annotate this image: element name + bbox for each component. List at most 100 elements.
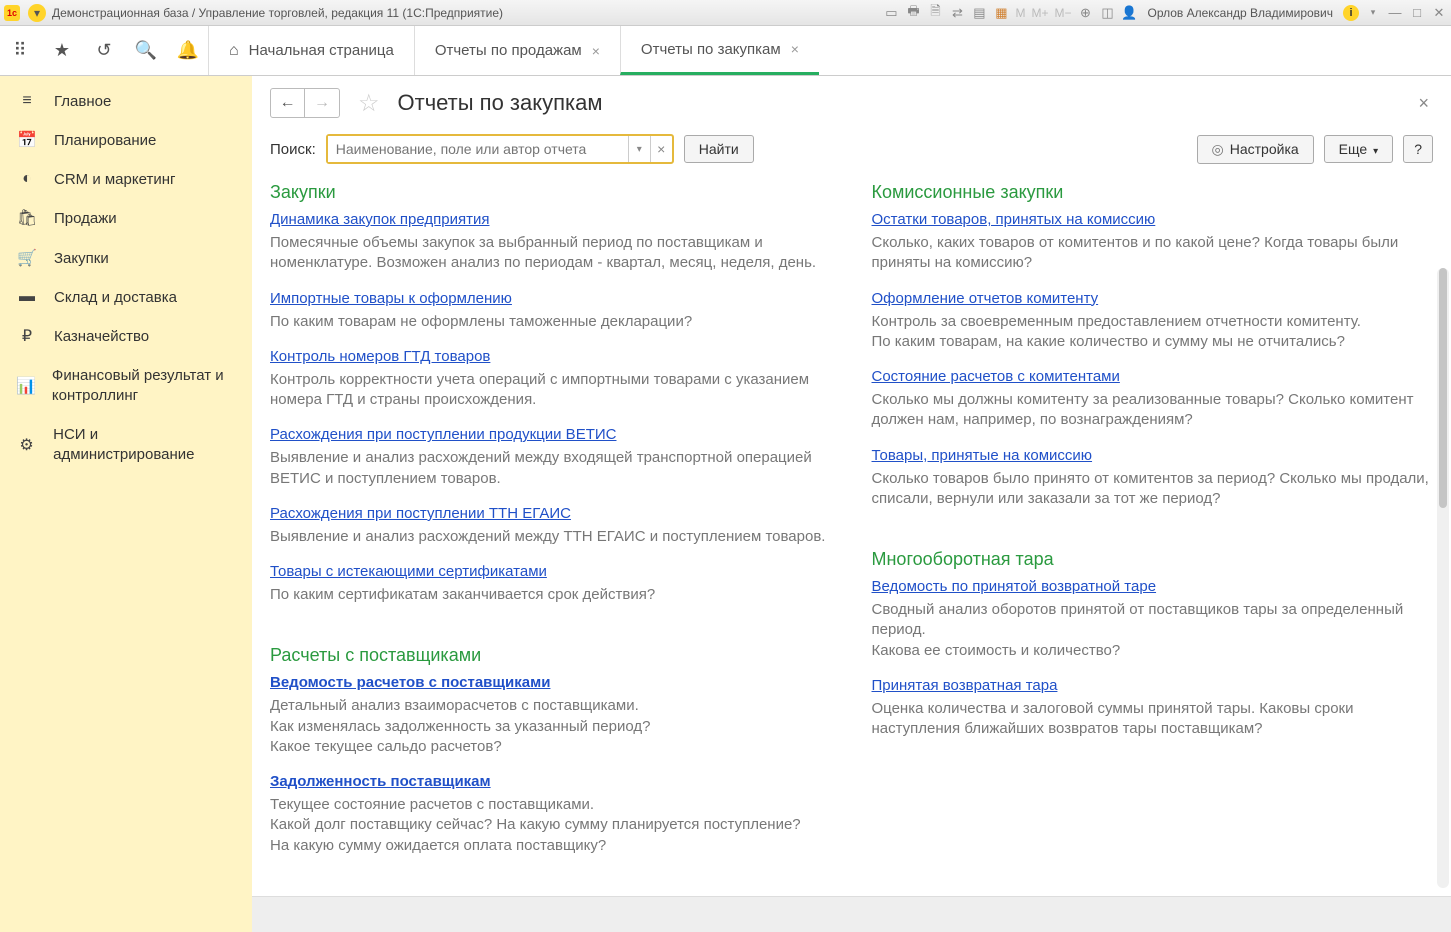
info-icon[interactable]: i (1343, 5, 1359, 21)
report-description: По каким товарам не оформлены таможенные… (270, 312, 832, 332)
sidebar-item-finresult[interactable]: 📊 Финансовый результат и контроллинг (0, 356, 252, 415)
sidebar-label: Казначейство (54, 328, 149, 345)
m-icon[interactable]: M (1015, 6, 1025, 20)
m-minus-icon[interactable]: M− (1054, 6, 1071, 20)
calc-icon[interactable]: ▤ (971, 5, 987, 21)
print-icon[interactable]: 🖶 (905, 5, 921, 21)
close-icon[interactable]: × (791, 41, 799, 57)
report-link[interactable]: Ведомость по принятой возвратной таре (872, 578, 1157, 595)
sidebar-item-nsi[interactable]: ⚙НСИ и администрирование (0, 415, 252, 474)
section-title: Закупки (270, 182, 832, 203)
favorite-star-icon[interactable]: ☆ (358, 89, 380, 118)
search-label: Поиск: (270, 141, 316, 158)
close-window-icon[interactable]: ✕ (1431, 5, 1447, 21)
window-title: Демонстрационная база / Управление торго… (52, 6, 503, 20)
report-description: Сводный анализ оборотов принятой от пост… (872, 600, 1434, 661)
warehouse-icon: ▬ (16, 288, 38, 306)
section-title: Комиссионные закупки (872, 182, 1434, 203)
close-icon[interactable]: × (592, 43, 600, 59)
report-description: Сколько, каких товаров от комитентов и п… (872, 233, 1434, 274)
report-link[interactable]: Товары с истекающими сертификатами (270, 563, 547, 580)
sidebar-item-purchases[interactable]: 🛒Закупки (0, 238, 252, 278)
report-description: Сколько мы должны комитенту за реализова… (872, 390, 1434, 431)
find-label: Найти (699, 141, 739, 157)
nav-back-button[interactable]: ← (271, 89, 305, 117)
sidebar-item-crm[interactable]: ◐CRM и маркетинг (0, 160, 252, 198)
info-dd-icon[interactable]: ▾ (1365, 5, 1381, 21)
report-link[interactable]: Импортные товары к оформлению (270, 290, 512, 307)
chevron-down-icon: ▾ (1373, 146, 1378, 157)
home-icon: ⌂ (229, 42, 239, 60)
close-page-icon[interactable]: × (1414, 93, 1433, 114)
report-link[interactable]: Контроль номеров ГТД товаров (270, 348, 490, 365)
report-link[interactable]: Динамика закупок предприятия (270, 211, 489, 228)
sidebar-item-sales[interactable]: 🛍Продажи (0, 198, 252, 238)
report-description: Выявление и анализ расхождений между вхо… (270, 448, 832, 489)
sidebar-item-main[interactable]: ≡Главное (0, 82, 252, 120)
tab-purchase-label: Отчеты по закупкам (641, 41, 781, 58)
scrollbar-vertical[interactable] (1437, 268, 1449, 888)
find-button[interactable]: Найти (684, 135, 754, 163)
tab-home-label: Начальная страница (249, 42, 394, 59)
more-button[interactable]: Еще▾ (1324, 135, 1394, 163)
m-plus-icon[interactable]: M+ (1031, 6, 1048, 20)
tab-sales-reports[interactable]: Отчеты по продажам × (414, 26, 620, 75)
report-description: Помесячные объемы закупок за выбранный п… (270, 233, 832, 274)
search-input[interactable] (328, 136, 628, 162)
report-link[interactable]: Принятая возвратная тара (872, 677, 1058, 694)
search-dropdown-icon[interactable]: ▾ (628, 136, 650, 162)
page-title: Отчеты по закупкам (398, 90, 603, 116)
help-button[interactable]: ? (1403, 135, 1433, 163)
search-icon[interactable]: 🔍 (134, 39, 158, 63)
report-link[interactable]: Ведомость расчетов с поставщиками (270, 674, 550, 691)
report-description: Оценка количества и залоговой суммы прин… (872, 699, 1434, 740)
search-clear-icon[interactable]: × (650, 136, 672, 162)
sidebar-item-warehouse[interactable]: ▬Склад и доставка (0, 278, 252, 316)
report-description: По каким сертификатам заканчивается срок… (270, 585, 832, 605)
maximize-icon[interactable]: □ (1409, 5, 1425, 21)
sidebar-item-treasury[interactable]: ₽Казначейство (0, 316, 252, 356)
panel-icon[interactable]: ◫ (1099, 5, 1115, 21)
compare-icon[interactable]: ⇄ (949, 5, 965, 21)
zoom-icon[interactable]: ⊕ (1077, 5, 1093, 21)
app-menu-dropdown[interactable]: ▾ (28, 4, 46, 22)
nav-forward-button[interactable]: → (305, 89, 339, 117)
doc-icon[interactable]: 🗎 (927, 5, 943, 21)
scroll-thumb[interactable] (1439, 268, 1447, 508)
bottom-bar (252, 896, 1451, 932)
menu-icon: ≡ (16, 92, 38, 110)
report-link[interactable]: Товары, принятые на комиссию (872, 447, 1093, 464)
report-link[interactable]: Состояние расчетов с комитентами (872, 368, 1120, 385)
tab-home[interactable]: ⌂ Начальная страница (208, 26, 414, 75)
report-link[interactable]: Задолженность поставщикам (270, 773, 491, 790)
tab-sales-label: Отчеты по продажам (435, 42, 582, 59)
planning-icon: 📅 (16, 130, 38, 150)
report-link[interactable]: Оформление отчетов комитенту (872, 290, 1099, 307)
report-link[interactable]: Расхождения при поступлении продукции ВЕ… (270, 426, 616, 443)
minimize-icon[interactable]: — (1387, 5, 1403, 21)
report-link[interactable]: Остатки товаров, принятых на комиссию (872, 211, 1156, 228)
favorite-icon[interactable]: ★ (50, 39, 74, 63)
user-name[interactable]: Орлов Александр Владимирович (1147, 6, 1333, 20)
search-box: ▾ × (326, 134, 674, 164)
settings-button[interactable]: ◎Настройка (1197, 135, 1314, 164)
sidebar-label: Продажи (54, 210, 117, 227)
calendar-icon[interactable]: ▦ (993, 5, 1009, 21)
sidebar-label: Финансовый результат и контроллинг (52, 366, 236, 405)
sidebar-item-planning[interactable]: 📅Планирование (0, 120, 252, 160)
report-description: Выявление и анализ расхождений между ТТН… (270, 527, 832, 547)
settings-label: Настройка (1230, 141, 1299, 157)
sidebar-label: НСИ и администрирование (53, 425, 236, 464)
sidebar: ≡Главное 📅Планирование ◐CRM и маркетинг … (0, 76, 252, 932)
apps-icon[interactable]: ⠿ (8, 39, 32, 63)
chart-icon: 📊 (16, 376, 36, 396)
tab-purchase-reports[interactable]: Отчеты по закупкам × (620, 26, 819, 75)
report-description: Текущее состояние расчетов с поставщикам… (270, 795, 832, 856)
history-icon[interactable]: ↺ (92, 39, 116, 63)
notifications-icon[interactable]: 🔔 (176, 39, 200, 63)
report-description: Контроль за своевременным предоставление… (872, 312, 1434, 353)
sidebar-label: Закупки (54, 250, 109, 267)
report-description: Сколько товаров было принято от комитент… (872, 469, 1434, 510)
report-link[interactable]: Расхождения при поступлении ТТН ЕГАИС (270, 505, 571, 522)
toolbar-icon-1[interactable]: ▭ (883, 5, 899, 21)
